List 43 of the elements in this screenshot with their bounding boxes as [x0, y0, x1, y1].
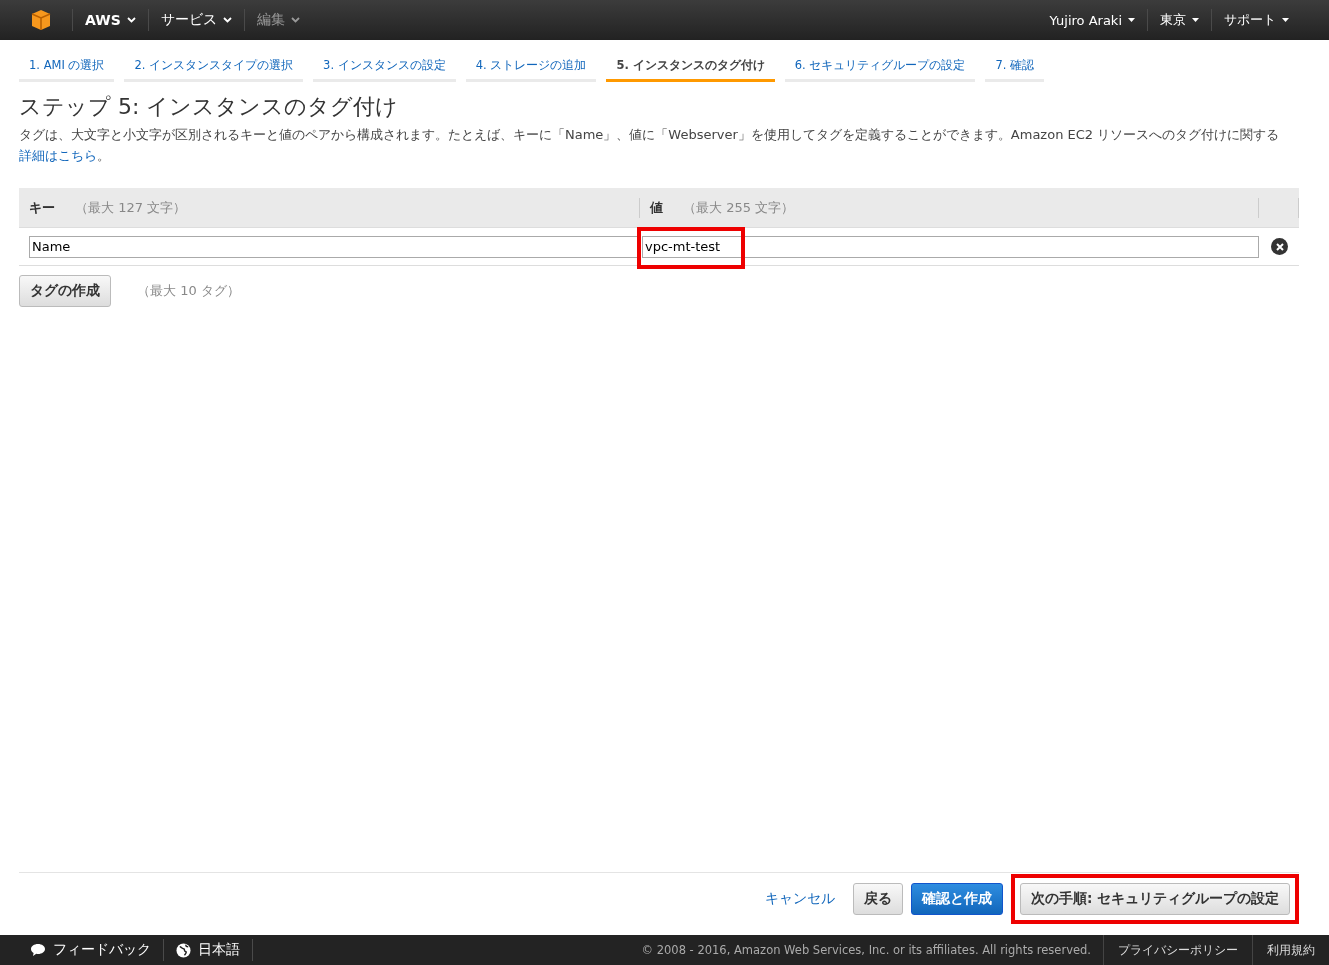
- column-hint: （最大 255 文字）: [683, 198, 795, 217]
- nav-menu[interactable]: Yujiro Araki: [1037, 12, 1147, 28]
- wizard-step-tab[interactable]: 5. インスタンスのタグ付け: [606, 56, 775, 82]
- create-tag-button[interactable]: タグの作成: [19, 275, 111, 307]
- wizard-step-tab[interactable]: 2. インスタンスタイプの選択: [124, 56, 304, 82]
- cube-logo-icon[interactable]: [30, 9, 52, 31]
- page-title: ステップ 5: インスタンスのタグ付け: [19, 93, 400, 121]
- close-icon: [1275, 242, 1284, 251]
- action-button[interactable]: 次の手順: セキュリティグループの設定: [1019, 883, 1290, 915]
- footer-link[interactable]: 利用規約: [1252, 935, 1329, 965]
- copyright-text: © 2008 - 2016, Amazon Web Services, Inc. or its affiliates. All rights reserved.: [641, 943, 1092, 957]
- wizard-step-tab[interactable]: 6. セキュリティグループの設定: [784, 56, 976, 82]
- action-button[interactable]: 戻る: [852, 883, 903, 915]
- nav-menu[interactable]: 東京: [1148, 11, 1211, 29]
- nav-menu[interactable]: AWS: [73, 12, 148, 28]
- column-heading: キー: [29, 198, 55, 217]
- chevron-icon: [126, 17, 136, 23]
- footer-link[interactable]: プライバシーポリシー: [1103, 935, 1252, 965]
- wizard-step-tab[interactable]: 7. 確認: [985, 56, 1045, 82]
- column-hint: （最大 127 文字）: [75, 198, 187, 217]
- chevron-icon: [222, 17, 232, 23]
- wizard-step-tab[interactable]: 4. ストレージの追加: [465, 56, 597, 82]
- nav-menu[interactable]: サポート: [1212, 11, 1301, 29]
- language-button[interactable]: 日本語: [164, 941, 252, 959]
- remove-button[interactable]: [1271, 238, 1288, 255]
- chevron-icon: [290, 17, 300, 23]
- caret-icon: [1192, 18, 1199, 22]
- key-input-field[interactable]: Name: [29, 235, 640, 258]
- wizard-step-tab[interactable]: 3. インスタンスの設定: [313, 56, 456, 82]
- caret-icon: [1128, 18, 1135, 22]
- tag-limit-hint: （最大 10 タグ）: [137, 282, 240, 300]
- value-input-field[interactable]: vpc-mt-test: [642, 235, 1259, 258]
- action-button[interactable]: 確認と作成: [910, 883, 1003, 915]
- speech-bubble-icon: [30, 943, 46, 957]
- column-heading: 値: [650, 198, 663, 217]
- details-link[interactable]: 詳細はこちら: [19, 148, 97, 163]
- globe-icon: [176, 942, 191, 958]
- wizard-step-tab[interactable]: 1. AMI の選択: [19, 56, 115, 82]
- cancel-link[interactable]: キャンセル: [754, 883, 845, 915]
- description-text: タグは、大文字と小文字が区別されるキーと値のペアから構成されます。たとえば、キーに「Name」、値に「Webserver」を使用してタグを定義することができます。Amazon EC2 リソースへのタグ付けに関する 詳細はこちら。: [19, 126, 1281, 165]
- nav-menu[interactable]: サービス: [148, 11, 244, 29]
- feedback-button[interactable]: フィードバック: [18, 941, 163, 959]
- caret-icon: [1282, 18, 1289, 22]
